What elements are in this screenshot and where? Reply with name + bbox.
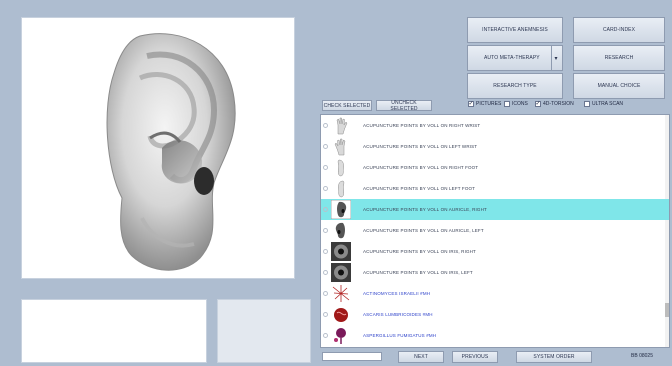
interactive-anamnesis-label: INTERACTIVE ANEMNESIS — [482, 27, 548, 33]
ear-illustration — [106, 33, 236, 271]
check-selected-label: CHECK SELECTED — [323, 102, 371, 109]
uncheck-selected-label: UNCHECK SELECTED — [390, 99, 418, 112]
list-item-label: ACUPUNCTURE POINTS BY VOLL ON AURICLE, L… — [363, 228, 484, 233]
ear-icon — [335, 222, 345, 239]
ultra-scan-label: ULTRA SCAN — [592, 101, 624, 107]
torsion-label: 4D-TORSION — [543, 101, 574, 107]
aspergillus-icon — [334, 328, 346, 344]
list-item-label: ACUPUNCTURE POINTS BY VOLL ON IRIS, LEFT — [363, 270, 473, 275]
list-item-label: ACUPUNCTURE POINTS BY VOLL ON LEFT FOOT — [363, 186, 476, 191]
previous-button[interactable]: PREVIOUS — [452, 351, 498, 363]
icons-label: ICONS — [512, 101, 528, 107]
research-list[interactable]: ACUPUNCTURE POINTS BY VOLL ON RIGHT WRIS… — [320, 114, 670, 348]
research-type-label: RESEARCH TYPE — [493, 83, 537, 89]
list-item[interactable]: ASPERGILLUS FUMIGATUS #MH — [321, 325, 669, 346]
row-radio[interactable] — [323, 207, 328, 212]
iris-icon — [331, 263, 351, 282]
interactive-anamnesis-button[interactable]: INTERACTIVE ANEMNESIS — [467, 17, 563, 43]
check-selected-button[interactable]: CHECK SELECTED — [322, 100, 372, 111]
list-item-label: ACUPUNCTURE POINTS BY VOLL ON RIGHT FOOT — [363, 165, 479, 170]
actinomyces-icon — [332, 285, 350, 302]
icons-checkbox[interactable] — [504, 101, 510, 107]
card-index-button[interactable]: CARD-INDEX — [573, 17, 665, 43]
list-item-label: ACUPUNCTURE POINTS BY VOLL ON IRIS, RIGH… — [363, 249, 476, 254]
foot-icon — [337, 159, 344, 177]
research-type-button[interactable]: RESEARCH TYPE — [467, 73, 563, 99]
status-code: BB 08025 — [631, 353, 653, 359]
torsion-checkbox[interactable]: ✓ — [535, 101, 541, 107]
row-radio[interactable] — [323, 228, 328, 233]
row-radio[interactable] — [323, 291, 328, 296]
previous-label: PREVIOUS — [461, 354, 489, 360]
search-input[interactable] — [322, 352, 382, 361]
hand-icon — [334, 138, 346, 156]
next-label: NEXT — [414, 354, 428, 360]
list-item[interactable]: ACUPUNCTURE POINTS BY VOLL ON RIGHT FOOT — [321, 157, 669, 178]
card-index-label: CARD-INDEX — [602, 27, 636, 33]
list-item[interactable]: ACUPUNCTURE POINTS BY VOLL ON IRIS, LEFT — [321, 262, 669, 283]
pictures-checkbox[interactable]: ✓ — [468, 101, 474, 107]
auto-meta-therapy-label: AUTO META-THERAPY — [484, 55, 540, 61]
iris-icon — [331, 242, 351, 261]
dropdown-arrow-icon[interactable]: ▾ — [551, 46, 560, 70]
list-item[interactable]: ASCARIS LUMBRICOIDES #MH — [321, 304, 669, 325]
list-item[interactable]: ACUPUNCTURE POINTS BY VOLL ON RIGHT WRIS… — [321, 115, 669, 136]
ascaris-icon — [334, 308, 348, 322]
row-radio[interactable] — [323, 144, 328, 149]
row-radio[interactable] — [323, 123, 328, 128]
research-button[interactable]: RESEARCH — [573, 45, 665, 71]
hand-icon — [336, 117, 348, 135]
row-radio[interactable] — [323, 333, 328, 338]
image-preview-panel — [21, 17, 295, 279]
list-item[interactable]: ACUPUNCTURE POINTS BY VOLL ON LEFT WRIST — [321, 136, 669, 157]
list-item-label: ACTINOMYCES ISRAELII #MH — [363, 291, 431, 296]
foot-icon — [338, 180, 345, 198]
option-4d-torsion[interactable]: ✓ 4D-TORSION — [535, 101, 574, 107]
list-item-label: ASCARIS LUMBRICOIDES #MH — [363, 312, 433, 317]
pictures-label: PICTURES — [476, 101, 502, 107]
info-panel-left — [21, 299, 207, 363]
ultra-scan-checkbox[interactable] — [584, 101, 590, 107]
list-item-label: ACUPUNCTURE POINTS BY VOLL ON AURICLE, R… — [363, 207, 487, 212]
next-button[interactable]: NEXT — [398, 351, 444, 363]
row-radio[interactable] — [323, 312, 328, 317]
research-label: RESEARCH — [604, 55, 634, 61]
row-radio[interactable] — [323, 186, 328, 191]
auto-meta-therapy-button[interactable]: AUTO META-THERAPY ▾ — [467, 45, 563, 71]
list-item[interactable]: ACTINOMYCES ISRAELII #MH — [321, 283, 669, 304]
ear-icon — [331, 200, 351, 219]
option-icons[interactable]: ICONS — [504, 101, 528, 107]
system-order-label: SYSTEM ORDER — [533, 354, 575, 360]
list-item[interactable]: ACUPUNCTURE POINTS BY VOLL ON LEFT FOOT — [321, 178, 669, 199]
option-ultra-scan[interactable]: ULTRA SCAN — [584, 101, 623, 107]
row-radio[interactable] — [323, 165, 328, 170]
list-item-label: ACUPUNCTURE POINTS BY VOLL ON LEFT WRIST — [363, 144, 478, 149]
option-pictures[interactable]: ✓ PICTURES — [468, 101, 501, 107]
list-item-label: ACUPUNCTURE POINTS BY VOLL ON RIGHT WRIS… — [363, 123, 481, 128]
list-item[interactable]: ACUPUNCTURE POINTS BY VOLL ON AURICLE, L… — [321, 220, 669, 241]
system-order-button[interactable]: SYSTEM ORDER — [516, 351, 592, 363]
uncheck-selected-button[interactable]: UNCHECK SELECTED — [376, 99, 432, 112]
manual-choice-button[interactable]: MANUAL CHOICE — [573, 73, 665, 99]
list-item-selected[interactable]: ACUPUNCTURE POINTS BY VOLL ON AURICLE, R… — [321, 199, 669, 220]
row-radio[interactable] — [323, 270, 328, 275]
info-panel-right — [217, 299, 311, 363]
list-item[interactable]: ACUPUNCTURE POINTS BY VOLL ON IRIS, RIGH… — [321, 241, 669, 262]
list-item-label: ASPERGILLUS FUMIGATUS #MH — [363, 333, 437, 338]
manual-choice-label: MANUAL CHOICE — [597, 83, 641, 89]
row-radio[interactable] — [323, 249, 328, 254]
